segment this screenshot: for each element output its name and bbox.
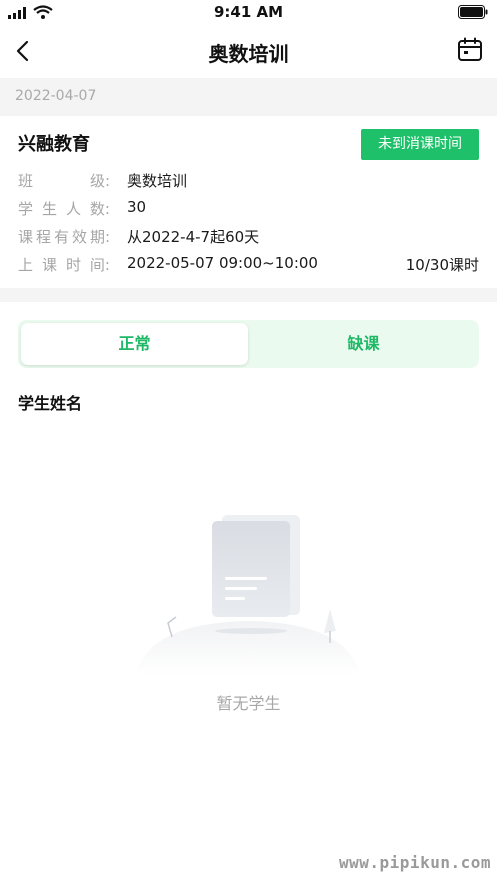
- validity-label: 课 程 有 效 期:: [18, 228, 110, 246]
- status-bar: 9:41 AM: [0, 0, 497, 24]
- attendance-tabs: 正常 缺课: [18, 320, 479, 368]
- divider: [0, 288, 497, 302]
- class-row: 班 级: 奥数培训: [0, 170, 497, 194]
- students-label: 学 生 人 数:: [18, 200, 110, 218]
- students-value: 30: [127, 198, 147, 216]
- validity-row: 课 程 有 效 期: 从2022-4-7起60天: [0, 226, 497, 250]
- time-row: 上 课 时 间: 2022-05-07 09:00~10:00 10/30课时: [0, 254, 497, 278]
- calendar-icon[interactable]: [457, 37, 483, 63]
- date-label: 2022-04-07: [15, 88, 97, 104]
- class-label: 班 级:: [18, 172, 110, 190]
- empty-document-icon: [136, 515, 360, 675]
- tab-absent[interactable]: 缺课: [250, 323, 477, 365]
- validity-value: 从2022-4-7起60天: [127, 228, 260, 246]
- course-info-card: 兴融教育 未到消课时间 班 级: 奥数培训 学 生 人 数: 30 课 程 有 …: [0, 116, 497, 288]
- status-button[interactable]: 未到消课时间: [361, 129, 479, 160]
- section-title: 学生姓名: [18, 394, 83, 413]
- page-title: 奥数培训: [208, 42, 289, 66]
- hours-value: 10/30课时: [405, 256, 479, 274]
- time-label: 上 课 时 间:: [18, 256, 110, 274]
- time-value: 2022-05-07 09:00~10:00: [127, 254, 318, 272]
- empty-state-text: 暂无学生: [216, 694, 281, 713]
- nav-bar: 奥数培训: [0, 24, 497, 78]
- status-time: 9:41 AM: [213, 3, 284, 21]
- battery-icon: [458, 5, 488, 19]
- org-name: 兴融教育: [18, 134, 90, 155]
- class-value: 奥数培训: [127, 172, 188, 190]
- watermark: www.pipikun.com: [339, 853, 491, 872]
- date-strip: 2022-04-07: [0, 78, 497, 116]
- students-row: 学 生 人 数: 30: [0, 198, 497, 222]
- tab-normal[interactable]: 正常: [21, 323, 248, 365]
